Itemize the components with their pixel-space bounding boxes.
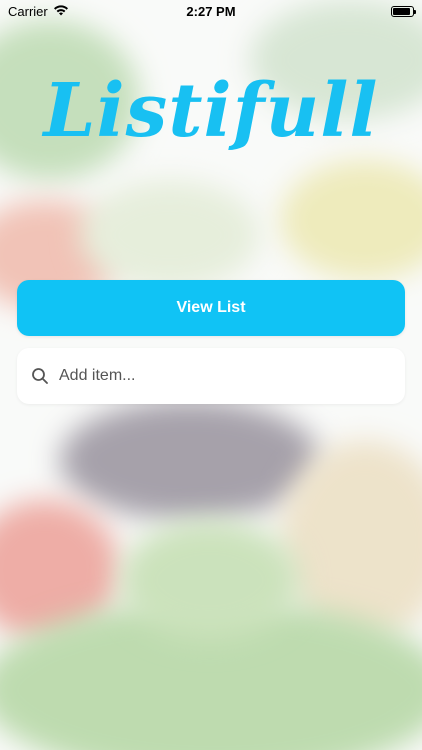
add-item-field[interactable]	[17, 348, 405, 404]
app-logo: Listifull	[43, 68, 379, 154]
status-bar: Carrier 2:27 PM	[0, 0, 422, 22]
search-icon	[31, 367, 49, 385]
status-time: 2:27 PM	[186, 4, 236, 19]
add-item-input[interactable]	[57, 366, 391, 386]
battery-icon	[391, 5, 416, 17]
view-list-button[interactable]: View List	[17, 280, 405, 336]
